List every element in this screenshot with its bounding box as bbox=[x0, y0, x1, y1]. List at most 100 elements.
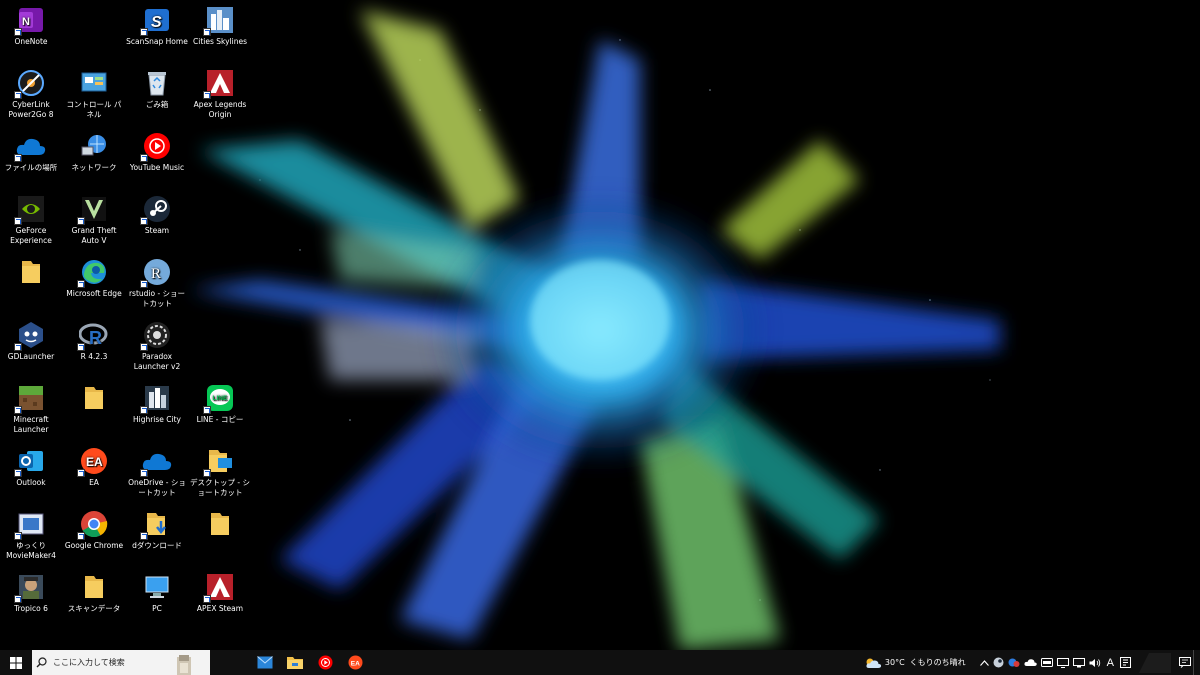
file-explorer-icon bbox=[287, 657, 303, 669]
clock-area[interactable] bbox=[1133, 650, 1177, 675]
display-icon bbox=[1056, 657, 1069, 668]
desktop-icon-edge[interactable]: Microsoft Edge bbox=[63, 254, 125, 299]
cloudy-weather-icon bbox=[866, 658, 881, 668]
desktop-icon-gdlauncher[interactable]: GDLauncher bbox=[0, 317, 62, 362]
desktop-icon-recycle-bin[interactable]: ごみ箱 bbox=[126, 65, 188, 110]
desktop-icon-highrise[interactable]: Highrise City bbox=[126, 380, 188, 425]
desktop-icon-steam[interactable]: Steam bbox=[126, 191, 188, 236]
desktop-icon-chrome[interactable]: Google Chrome bbox=[63, 506, 125, 551]
desktop-icon-desktop-shortcut[interactable]: デスクトップ - ショートカット bbox=[189, 443, 251, 497]
tray-icon-display[interactable] bbox=[1055, 650, 1071, 675]
folder-icon bbox=[79, 572, 109, 602]
control-panel-icon bbox=[79, 68, 109, 98]
apex-icon bbox=[203, 68, 235, 99]
tray-icon-storage[interactable] bbox=[1039, 650, 1055, 675]
desktop-icon-r[interactable]: R R 4.2.3 bbox=[63, 317, 125, 362]
weather-description: くもりのち晴れ bbox=[909, 658, 966, 667]
icon-label: デスクトップ - ショートカット bbox=[190, 478, 250, 497]
icon-label: PC bbox=[152, 604, 162, 613]
desktop-icon-scan-data[interactable]: スキャンデータ bbox=[63, 569, 125, 614]
notification-icon bbox=[1179, 657, 1191, 668]
icon-label: OneNote bbox=[14, 37, 48, 46]
desktop-icon-apex-steam[interactable]: APEX Steam bbox=[189, 569, 251, 614]
desktop-icon-ymm[interactable]: ゆっくり MovieMaker4 bbox=[0, 506, 62, 560]
desktop-icon-gta[interactable]: Grand Theft Auto V bbox=[63, 191, 125, 245]
start-button[interactable] bbox=[0, 650, 32, 675]
icon-label: rstudio - ショートカット bbox=[128, 289, 186, 308]
outlook-icon bbox=[14, 446, 46, 477]
desktop-icon-power2go[interactable]: CyberLink Power2Go 8 bbox=[0, 65, 62, 119]
tray-icon-network[interactable] bbox=[1071, 650, 1087, 675]
windows-logo-icon bbox=[10, 656, 22, 669]
icon-label: EA bbox=[89, 478, 99, 487]
taskbar-app-youtube-music[interactable] bbox=[310, 650, 340, 675]
security-status-icon bbox=[1008, 658, 1020, 667]
system-tray: 30°C くもりのち晴れ A bbox=[863, 650, 1200, 675]
icon-label: Google Chrome bbox=[64, 541, 124, 550]
desktop-icon-paradox[interactable]: Paradox Launcher v2 bbox=[126, 317, 188, 371]
icon-label: ネットワーク bbox=[71, 163, 117, 172]
taskbar-app-ea[interactable]: EA bbox=[340, 650, 370, 675]
desktop-icon-rstudio[interactable]: R rstudio - ショートカット bbox=[126, 254, 188, 308]
tray-icon-security[interactable] bbox=[1006, 650, 1022, 675]
r-icon: R bbox=[77, 320, 109, 351]
folder-icon bbox=[16, 257, 46, 287]
desktop-icon-folder-2[interactable] bbox=[63, 380, 125, 415]
desktop-icon-ea[interactable]: EA EA bbox=[63, 443, 125, 488]
onenote-icon: N bbox=[14, 5, 46, 36]
tray-icon-volume[interactable] bbox=[1087, 650, 1103, 675]
weather-temperature: 30°C bbox=[884, 658, 905, 667]
icon-label: OneDrive - ショートカット bbox=[128, 478, 186, 497]
chevron-up-icon bbox=[979, 659, 989, 666]
desktop-icon-network[interactable]: ネットワーク bbox=[63, 128, 125, 173]
desktop-icon-folder-3[interactable] bbox=[189, 506, 251, 541]
desktop-icon-cities-skylines[interactable]: Cities Skylines bbox=[189, 2, 251, 47]
onedrive-tray-icon bbox=[1024, 659, 1037, 666]
taskbar-search-box[interactable]: ここに入力して検索 bbox=[32, 650, 210, 675]
mail-icon bbox=[257, 656, 273, 669]
desktop-icon-folder[interactable] bbox=[0, 254, 62, 289]
desktop-icon-tropico[interactable]: Tropico 6 bbox=[0, 569, 62, 614]
desktop-icon-file-location[interactable]: ファイルの場所 bbox=[0, 128, 62, 173]
desktop-icon-line[interactable]: LINE LINE - コピー bbox=[189, 380, 251, 425]
weather-widget[interactable]: 30°C くもりのち晴れ bbox=[863, 650, 978, 675]
ea-icon: EA bbox=[77, 446, 109, 477]
show-desktop-button[interactable] bbox=[1193, 650, 1200, 675]
desktop-icon-pc[interactable]: PC bbox=[126, 569, 188, 614]
pc-icon bbox=[142, 572, 172, 602]
desktop-icon-apex-origin[interactable]: Apex Legends Origin bbox=[189, 65, 251, 119]
taskbar-app-file-explorer[interactable] bbox=[280, 650, 310, 675]
network-icon bbox=[79, 131, 109, 161]
icon-label: Paradox Launcher v2 bbox=[133, 352, 181, 371]
speaker-icon bbox=[1089, 658, 1100, 667]
search-icon bbox=[36, 657, 47, 668]
tray-icon-ime-pad[interactable] bbox=[1118, 650, 1133, 675]
ime-mode-indicator[interactable]: A bbox=[1103, 650, 1118, 675]
edge-icon bbox=[77, 257, 109, 288]
desktop-icon-youtube-music[interactable]: YouTube Music bbox=[126, 128, 188, 173]
steam-icon bbox=[140, 194, 172, 225]
desktop-icon-scansnap[interactable]: S ScanSnap Home bbox=[126, 2, 188, 47]
desktop-icon-control-panel[interactable]: コントロール パネル bbox=[63, 65, 125, 119]
search-highlight-icon bbox=[177, 655, 191, 675]
tray-icon-steam[interactable] bbox=[991, 650, 1006, 675]
desktop-icon-download[interactable]: dダウンロード bbox=[126, 506, 188, 551]
network-tray-icon bbox=[1072, 657, 1085, 667]
taskbar-app-mail[interactable] bbox=[250, 650, 280, 675]
desktop-icon-onenote[interactable]: N OneNote bbox=[0, 2, 62, 47]
desktop-icon-minecraft[interactable]: Minecraft Launcher bbox=[0, 380, 62, 434]
icon-label: R 4.2.3 bbox=[80, 352, 108, 361]
show-hidden-icons-button[interactable] bbox=[978, 650, 991, 675]
geforce-icon bbox=[14, 194, 46, 225]
ymm-icon bbox=[14, 509, 46, 540]
paradox-icon bbox=[140, 320, 172, 351]
taskbar: ここに入力して検索 EA 30°C くもりのち晴れ A bbox=[0, 650, 1200, 675]
desktop-icon-outlook[interactable]: Outlook bbox=[0, 443, 62, 488]
desktop-icon-geforce[interactable]: GeForce Experience bbox=[0, 191, 62, 245]
desktop-icon-onedrive[interactable]: OneDrive - ショートカット bbox=[126, 443, 188, 497]
svg-text:S: S bbox=[151, 14, 162, 31]
action-center-button[interactable] bbox=[1177, 650, 1193, 675]
cities-skylines-icon bbox=[203, 5, 235, 36]
gdlauncher-icon bbox=[14, 320, 46, 351]
tray-icon-onedrive[interactable] bbox=[1022, 650, 1039, 675]
